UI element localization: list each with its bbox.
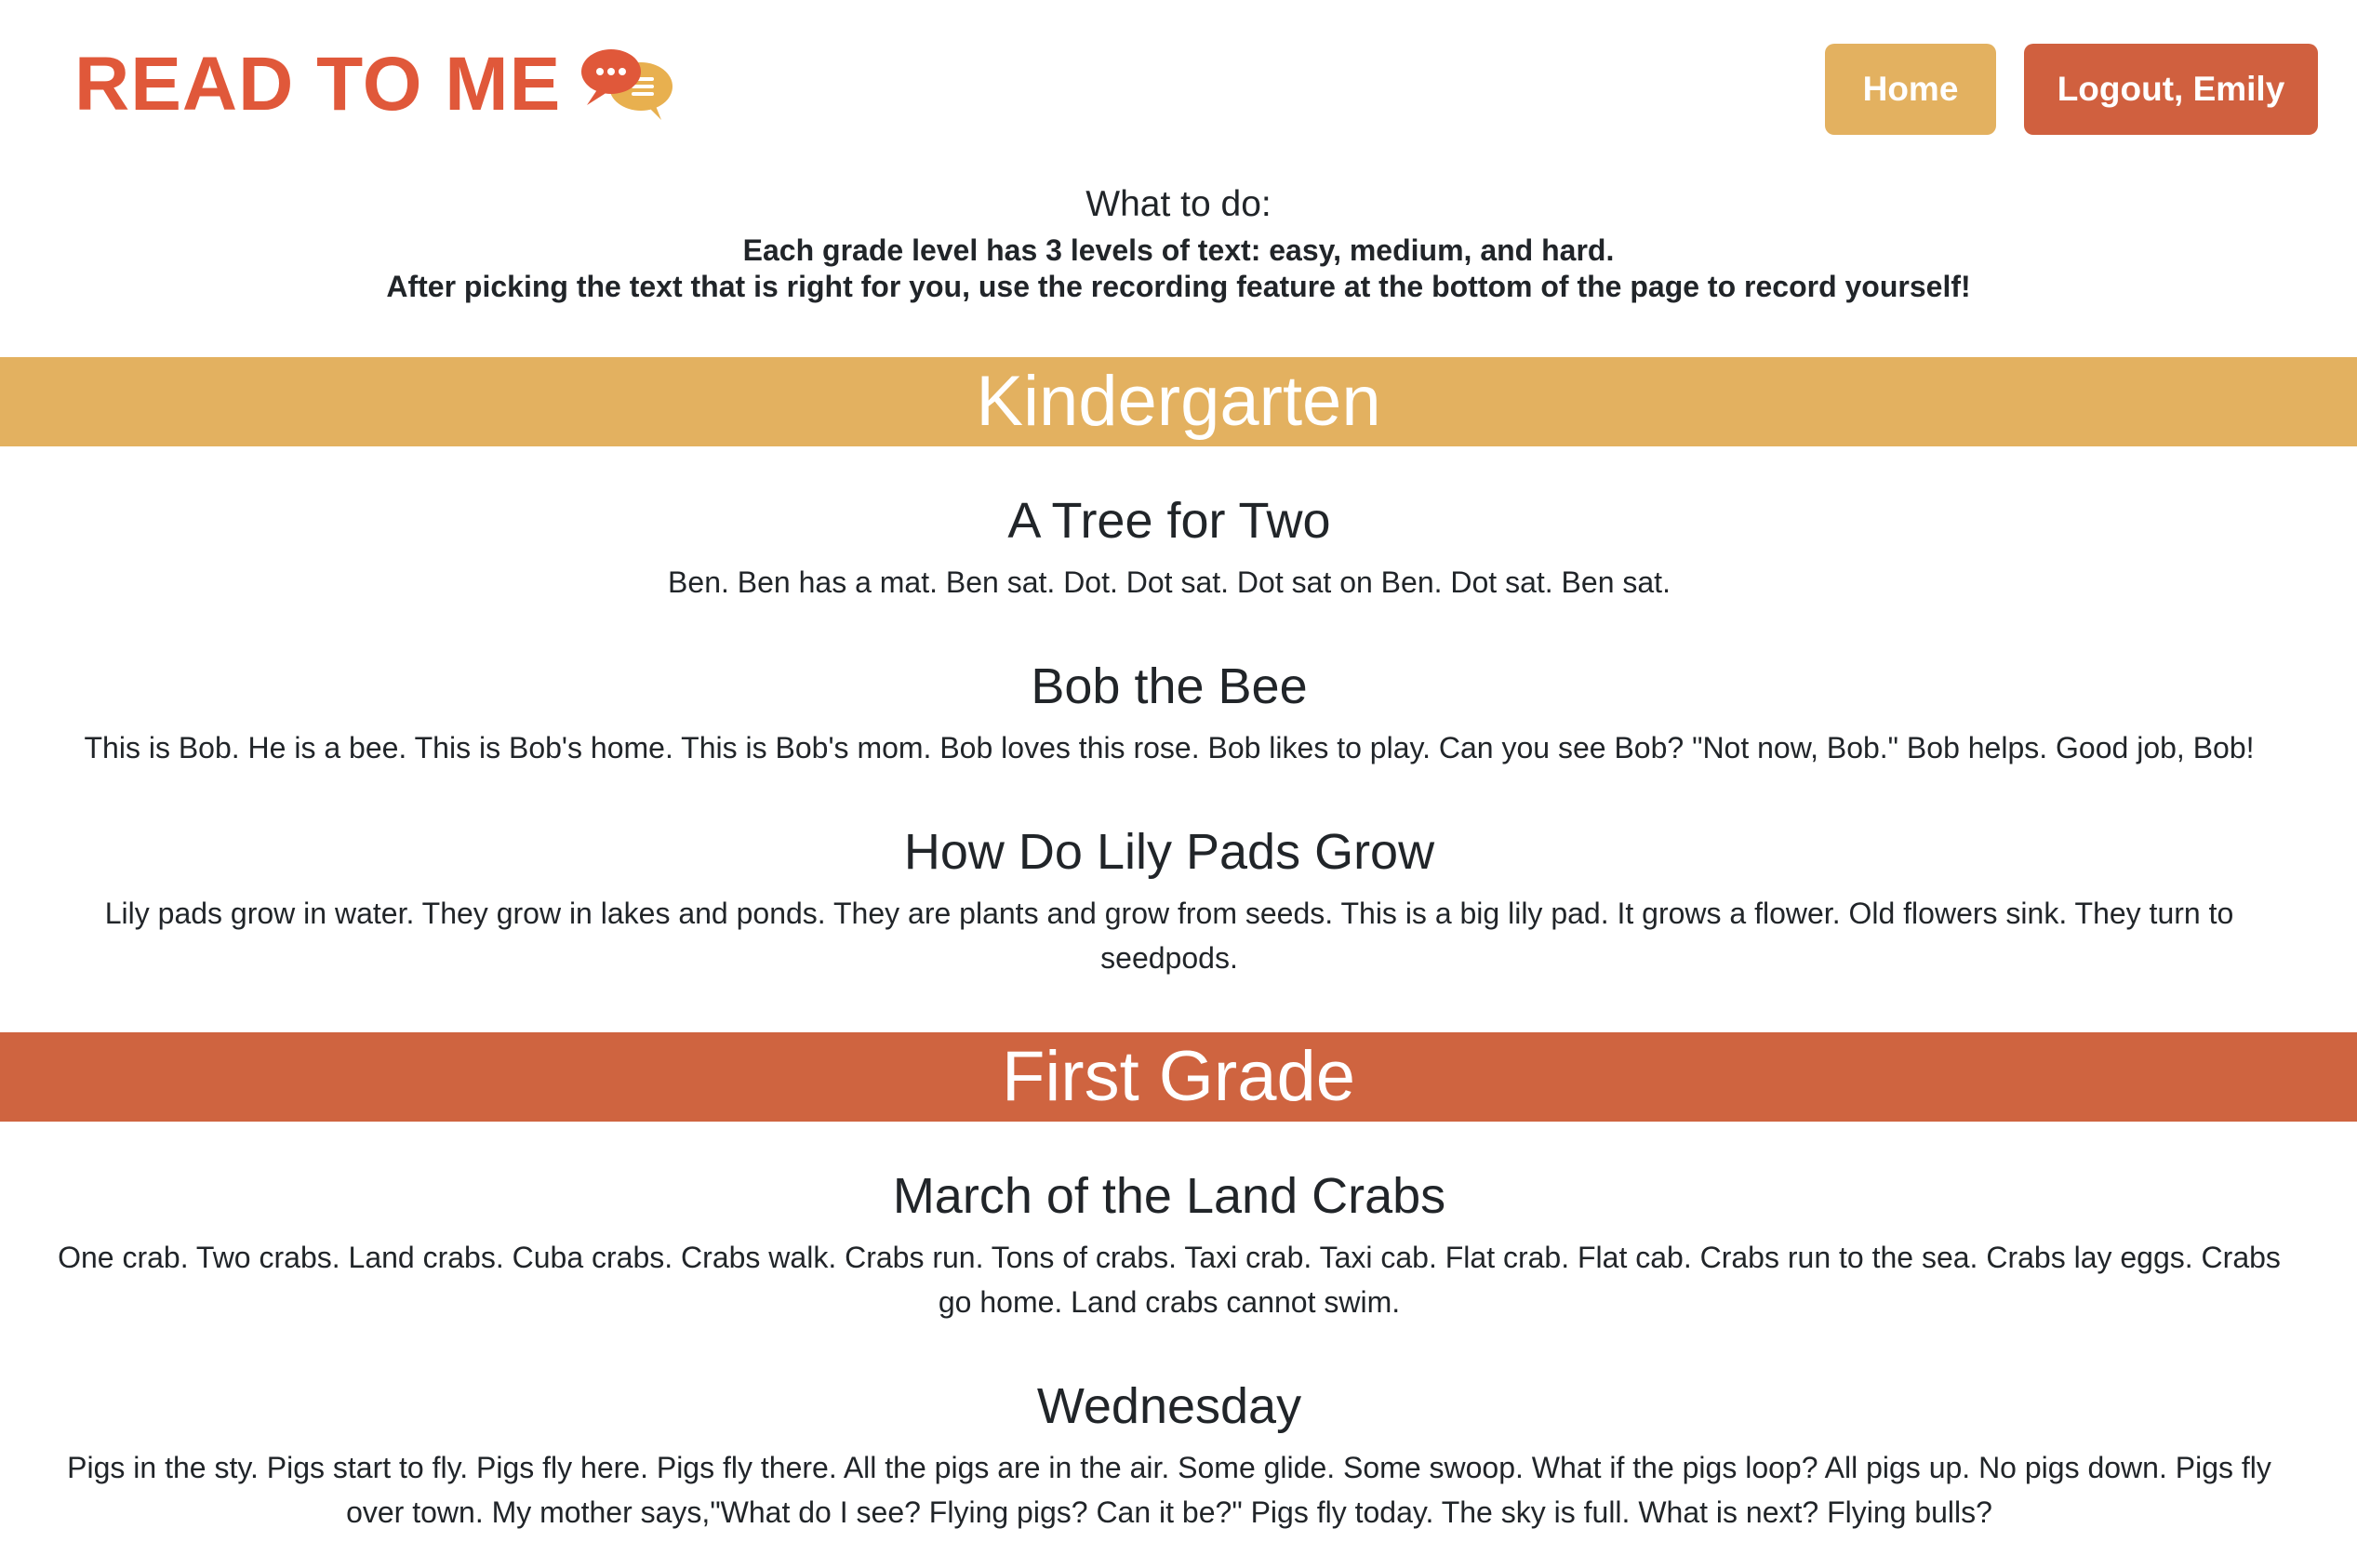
story-card: How Do Lily Pads Grow Lily pads grow in … — [56, 822, 2283, 980]
grade-banner-first-grade: First Grade — [0, 1032, 2357, 1122]
story-text: One crab. Two crabs. Land crabs. Cuba cr… — [58, 1241, 2281, 1319]
story-title: Bob the Bee — [1031, 658, 1308, 714]
story-card: Bob the Bee This is Bob. He is a bee. Th… — [56, 657, 2283, 770]
page: READ TO ME Home Logout, Emily What to do… — [0, 0, 2357, 1568]
story-title: Wednesday — [1036, 1378, 1302, 1434]
story-card: A Tree for Two Ben. Ben has a mat. Ben s… — [56, 491, 2283, 605]
brand-logo[interactable]: READ TO ME — [74, 43, 678, 126]
story-title: How Do Lily Pads Grow — [903, 824, 1435, 880]
header: READ TO ME Home Logout, Emily — [0, 0, 2357, 167]
home-button[interactable]: Home — [1825, 44, 1996, 135]
story-text: This is Bob. He is a bee. This is Bob's … — [84, 731, 2255, 764]
story-text: Lily pads grow in water. They grow in la… — [104, 897, 2234, 975]
instructions: What to do: Each grade level has 3 level… — [0, 177, 2357, 305]
grade-banner-kindergarten: Kindergarten — [0, 357, 2357, 446]
story-title: A Tree for Two — [1007, 493, 1331, 549]
instructions-line-2: After picking the text that is right for… — [386, 270, 1971, 303]
story-text: Pigs in the sty. Pigs start to fly. Pigs… — [67, 1451, 2271, 1529]
logo-text: READ TO ME — [74, 42, 562, 126]
speech-bubbles-icon — [581, 49, 673, 120]
story-card: March of the Land Crabs One crab. Two cr… — [56, 1166, 2283, 1324]
instructions-title: What to do: — [1085, 184, 1272, 224]
story-title: March of the Land Crabs — [892, 1168, 1446, 1224]
instructions-line-1: Each grade level has 3 levels of text: e… — [742, 233, 1615, 267]
story-card: Wednesday Pigs in the sty. Pigs start to… — [56, 1376, 2283, 1535]
story-text: Ben. Ben has a mat. Ben sat. Dot. Dot sa… — [668, 565, 1671, 599]
logout-button[interactable]: Logout, Emily — [2024, 44, 2318, 135]
